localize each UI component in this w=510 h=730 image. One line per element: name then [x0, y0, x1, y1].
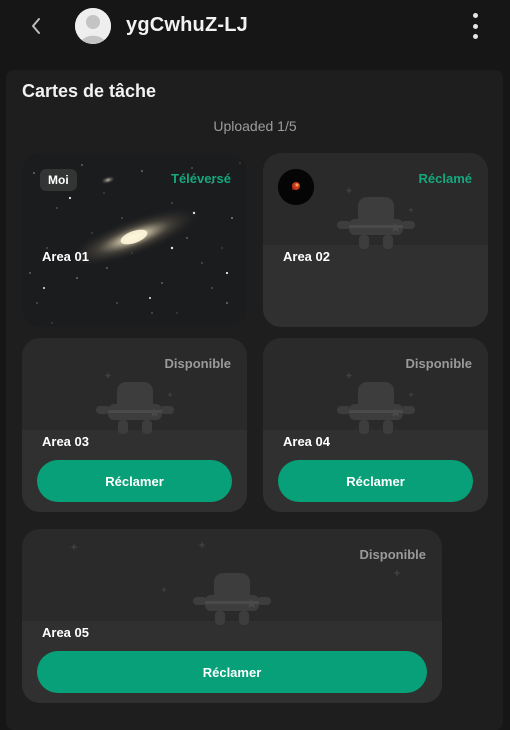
task-card-area-03: Disponible Area 03 Réclamer: [22, 338, 247, 512]
claim-button[interactable]: Réclamer: [37, 651, 427, 693]
more-vertical-icon: [472, 13, 478, 18]
status-badge: Réclamé: [418, 171, 472, 186]
status-badge: Disponible: [405, 356, 472, 371]
status-badge: Disponible: [164, 356, 231, 371]
more-options-button[interactable]: [466, 10, 484, 42]
task-card-area-02[interactable]: Réclamé Area 02: [263, 153, 488, 327]
task-card-area-04: Disponible Area 04 Réclamer: [263, 338, 488, 512]
claimer-avatar: [278, 169, 314, 205]
area-label: Area 01: [42, 249, 89, 264]
top-bar: ygCwhuZ-LJ: [0, 0, 510, 56]
mascot-placeholder-icon: [96, 372, 174, 434]
mascot-placeholder-icon: [337, 187, 415, 249]
area-label: Area 03: [42, 434, 89, 449]
area-label: Area 05: [42, 625, 89, 640]
sparkle-decoration: [70, 541, 401, 593]
task-card-area-01[interactable]: Moi Téléversé Area 01: [22, 153, 247, 327]
claim-button[interactable]: Réclamer: [37, 460, 232, 502]
page-title: ygCwhuZ-LJ: [126, 14, 248, 36]
user-avatar-icon: [278, 169, 314, 205]
user-avatar-icon: [75, 8, 111, 44]
task-card-area-05: Disponible Area 05 Réclamer: [22, 529, 442, 703]
area-label: Area 04: [283, 434, 330, 449]
back-button[interactable]: [24, 14, 48, 38]
avatar[interactable]: [75, 8, 111, 44]
mascot-placeholder-icon: [337, 372, 415, 434]
status-badge: Disponible: [359, 547, 426, 562]
upload-progress-text: Uploaded 1/5: [213, 118, 297, 134]
owner-badge: Moi: [40, 169, 77, 191]
area-label: Area 02: [283, 249, 330, 264]
panel-title: Cartes de tâche: [22, 81, 157, 101]
chevron-left-icon: [32, 18, 40, 34]
status-badge: Téléversé: [171, 171, 231, 186]
claim-button[interactable]: Réclamer: [278, 460, 473, 502]
